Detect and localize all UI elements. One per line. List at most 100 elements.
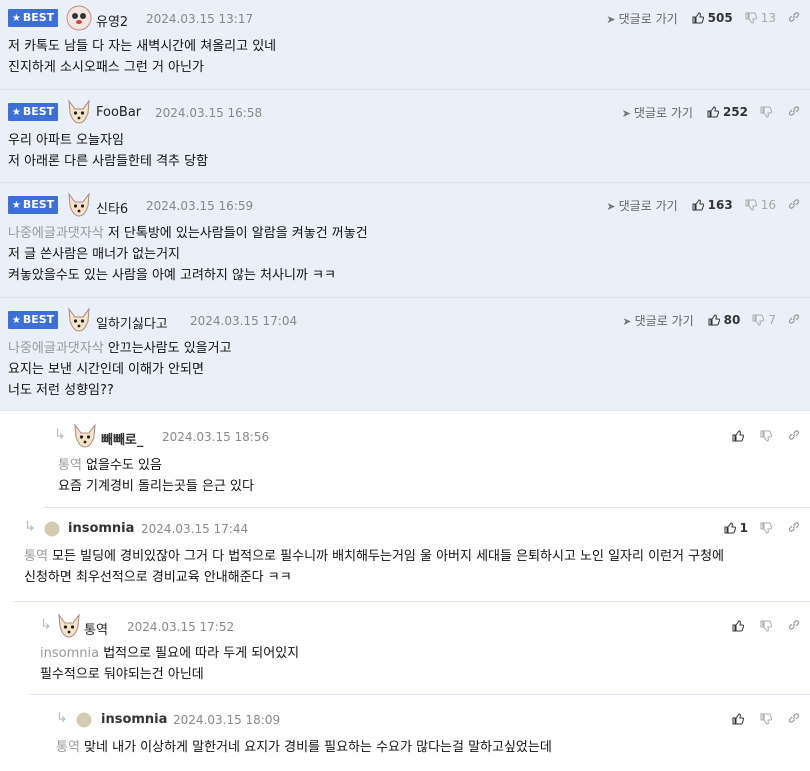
star-icon: ★: [11, 107, 21, 118]
goto-comment-link[interactable]: ➤ 댓글로 가기: [606, 197, 677, 214]
like-button[interactable]: [732, 713, 748, 725]
star-icon: ★: [11, 200, 21, 211]
dislike-count: 16: [760, 198, 776, 212]
share-link-icon[interactable]: [788, 619, 800, 634]
like-button[interactable]: [732, 620, 748, 632]
author-name[interactable]: 빼빼로_: [101, 429, 143, 448]
comment-actions: [732, 427, 800, 445]
thumbs-down-icon: [760, 620, 772, 632]
reply-target[interactable]: insomnia: [40, 646, 99, 661]
reply-target[interactable]: 통역: [24, 549, 48, 564]
reply-target[interactable]: 나중에글과댓자삭: [8, 341, 104, 356]
thumbs-down-icon: [760, 713, 772, 725]
best-badge: ★ BEST: [8, 9, 58, 27]
comment-body: insomnia 법적으로 필요에 따라 두게 되어있지 필수적으로 둬야되는건…: [40, 646, 300, 682]
dislike-button[interactable]: [760, 713, 776, 725]
like-count: 505: [707, 11, 733, 25]
send-icon: ➤: [606, 12, 616, 26]
like-button[interactable]: 80: [708, 313, 741, 327]
avatar: [66, 307, 92, 332]
send-icon: ➤: [621, 106, 631, 120]
dislike-button[interactable]: [760, 430, 776, 442]
comment-date: 2024.03.15 13:17: [146, 12, 254, 26]
like-button[interactable]: 252: [707, 105, 748, 119]
thumbs-down-icon: [760, 430, 772, 442]
dislike-button[interactable]: 13: [745, 11, 776, 25]
best-badge: ★ BEST: [8, 311, 58, 329]
thumbs-up-icon: [707, 106, 719, 118]
comment-date: 2024.03.15 16:58: [155, 106, 263, 120]
reply-target[interactable]: 통역: [56, 740, 80, 755]
like-button[interactable]: 1: [724, 521, 748, 535]
avatar: [76, 712, 102, 736]
avatar: [66, 99, 92, 124]
thumbs-down-icon: [745, 12, 757, 24]
author-name[interactable]: insomnia: [68, 521, 134, 536]
reply-target[interactable]: 나중에글과댓자삭: [8, 226, 104, 241]
comment-actions: [732, 710, 800, 728]
thumbs-up-icon: [732, 620, 744, 632]
comment-item: ★ BEST 일하기싫다고 2024.03.15 17:04 ➤ 댓글로 가기 80…: [0, 298, 810, 411]
goto-comment-link[interactable]: ➤ 댓글로 가기: [622, 312, 693, 329]
like-button[interactable]: [732, 430, 748, 442]
share-link-icon[interactable]: [788, 105, 800, 120]
comment-body: 저 카톡도 남들 다 자는 새벽시간에 쳐올리고 있네 진지하게 소시오패스 그…: [8, 39, 277, 75]
dislike-count: 13: [760, 11, 776, 25]
thumbs-up-icon: [692, 12, 704, 24]
reply-item: ↳ 통역 2024.03.15 17:52 insomnia 법적으로 필요에 …: [30, 602, 810, 695]
comment-date: 2024.03.15 18:56: [162, 430, 270, 444]
reply-item: ↳ insomnia 2024.03.15 18:09 통역 맞네 내가 이상하…: [46, 695, 810, 767]
star-icon: ★: [11, 13, 21, 24]
like-count: 252: [722, 105, 748, 119]
author-name[interactable]: 통역: [84, 619, 108, 638]
star-icon: ★: [11, 315, 21, 326]
comment-actions: ➤ 댓글로 가기 252: [622, 103, 800, 121]
avatar: [44, 521, 70, 545]
author-name[interactable]: FooBar: [96, 105, 141, 120]
reply-target[interactable]: 통역: [58, 458, 82, 473]
comment-item: ★ BEST 신타6 2024.03.15 16:59 ➤ 댓글로 가기 163 1…: [0, 183, 810, 298]
dislike-button[interactable]: [760, 522, 776, 534]
send-icon: ➤: [606, 199, 616, 213]
comment-actions: ➤ 댓글로 가기 505 13: [606, 9, 800, 27]
like-count: 163: [707, 198, 733, 212]
dislike-button[interactable]: 16: [745, 198, 776, 212]
reply-arrow-icon: ↳: [24, 519, 36, 535]
comment-body: 통역 맞네 내가 이상하게 말한거네 요지가 경비를 필요하는 수요가 많다는걸…: [56, 740, 552, 755]
share-link-icon[interactable]: [788, 198, 800, 213]
reply-item: ↳ insomnia 2024.03.15 17:44 1 통역 모든 빌딩에 …: [14, 508, 810, 602]
dislike-button[interactable]: 7: [752, 313, 776, 327]
thumbs-up-icon: [724, 522, 736, 534]
reply-arrow-icon: ↳: [40, 617, 52, 633]
avatar: [66, 5, 92, 31]
author-name[interactable]: 유영2: [96, 11, 128, 30]
thumbs-up-icon: [732, 430, 744, 442]
share-link-icon[interactable]: [788, 712, 800, 727]
author-name[interactable]: 일하기싫다고: [96, 313, 168, 332]
dislike-button[interactable]: [760, 620, 776, 632]
dislike-button[interactable]: [760, 106, 776, 118]
comment-date: 2024.03.15 17:04: [190, 314, 298, 328]
best-badge: ★ BEST: [8, 103, 58, 121]
thumbs-up-icon: [708, 314, 720, 326]
comment-date: 2024.03.15 17:52: [127, 620, 235, 634]
share-link-icon[interactable]: [788, 11, 800, 26]
goto-comment-link[interactable]: ➤ 댓글로 가기: [606, 10, 677, 27]
like-count: 80: [723, 313, 741, 327]
goto-comment-link[interactable]: ➤ 댓글로 가기: [622, 104, 693, 121]
comment-body: 통역 모든 빌딩에 경비있잖아 그거 다 법적으로 필수니까 배치해두는거임 울…: [24, 549, 724, 585]
reply-arrow-icon: ↳: [56, 710, 68, 726]
share-link-icon[interactable]: [788, 313, 800, 328]
best-badge: ★ BEST: [8, 196, 58, 214]
avatar: [56, 613, 82, 638]
like-button[interactable]: 505: [692, 11, 733, 25]
share-link-icon[interactable]: [788, 429, 800, 444]
like-button[interactable]: 163: [692, 198, 733, 212]
share-link-icon[interactable]: [788, 521, 800, 536]
comment-item: ★ BEST 유영2 2024.03.15 13:17 ➤ 댓글로 가기 505 1…: [0, 0, 810, 90]
author-name[interactable]: insomnia: [101, 712, 167, 727]
author-name[interactable]: 신타6: [96, 198, 128, 217]
reply-item: ↳ 빼빼로_ 2024.03.15 18:56 통역 없을수도 있음 요즘 기계…: [44, 411, 810, 508]
comment-actions: ➤ 댓글로 가기 80 7: [622, 311, 800, 329]
comment-actions: ➤ 댓글로 가기 163 16: [606, 196, 800, 214]
